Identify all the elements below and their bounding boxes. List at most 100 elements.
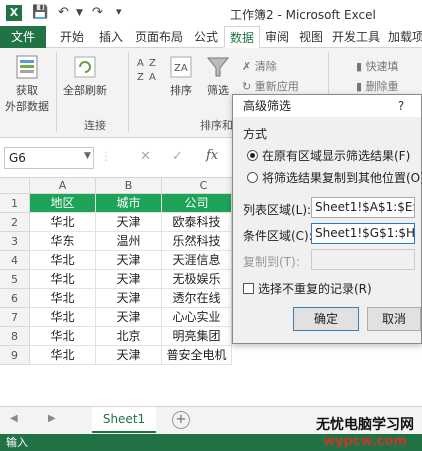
worksheet-grid[interactable]: A B C 1 2 3 4 5 6 7 8 9 地区 城市 公司 华北 天津 欧…	[0, 178, 246, 406]
radio-copy-to-location[interactable]: 将筛选结果复制到其他位置(O)	[247, 169, 422, 186]
radio-unselected-icon	[247, 172, 258, 183]
tab-view[interactable]: 视图	[294, 26, 328, 48]
criteria-range-input[interactable]: Sheet1!$G$1:$H$2	[311, 223, 415, 244]
row-header[interactable]: 9	[0, 346, 30, 365]
excel-logo-icon: X	[6, 5, 22, 21]
scroll-left-icon[interactable]: ◀	[10, 413, 18, 424]
group-separator	[56, 52, 57, 132]
svg-text:Z: Z	[137, 72, 144, 83]
undo-dropdown-icon[interactable]: ▼	[76, 8, 83, 18]
cell-c1[interactable]: 公司	[162, 194, 232, 213]
table-cell[interactable]: 天津	[96, 270, 162, 289]
sort-az-button[interactable]: A Z Z A	[132, 54, 166, 88]
table-cell[interactable]: 华北	[30, 270, 96, 289]
table-cell[interactable]: 温州	[96, 232, 162, 251]
table-cell[interactable]: 北京	[96, 327, 162, 346]
tab-review[interactable]: 审阅	[260, 26, 294, 48]
group-label-connections: 连接	[84, 119, 106, 132]
sheet-tab-bar: ◀ ▶ Sheet1 +	[0, 406, 422, 434]
svg-text:A: A	[149, 72, 156, 83]
unique-records-checkbox[interactable]: 选择不重复的记录(R)	[243, 280, 372, 297]
cell-b1[interactable]: 城市	[96, 194, 162, 213]
cancel-entry-icon[interactable]: ✕	[140, 149, 151, 164]
row-header[interactable]: 5	[0, 270, 30, 289]
flash-fill-button[interactable]: ▮ 快速填	[356, 58, 399, 74]
table-cell[interactable]: 天津	[96, 251, 162, 270]
table-cell[interactable]: 华北	[30, 308, 96, 327]
confirm-entry-icon[interactable]: ✓	[172, 149, 183, 164]
scroll-right-icon[interactable]: ▶	[48, 413, 56, 424]
name-box-dropdown-icon[interactable]: ▼	[84, 151, 91, 161]
table-cell[interactable]: 天津	[96, 346, 162, 365]
tab-page-layout[interactable]: 页面布局	[130, 26, 188, 48]
sheet-tab-sheet1[interactable]: Sheet1	[92, 407, 156, 433]
status-bar: 输入	[0, 434, 422, 451]
row-header[interactable]: 8	[0, 327, 30, 346]
reapply-button[interactable]: ↻ 重新应用	[242, 78, 299, 94]
cell-a1[interactable]: 地区	[30, 194, 96, 213]
row-header[interactable]: 4	[0, 251, 30, 270]
advanced-filter-dialog: 高级筛选 ? 方式 在原有区域显示筛选结果(F) 将筛选结果复制到其他位置(O)…	[232, 94, 422, 344]
table-cell[interactable]: 华北	[30, 213, 96, 232]
table-cell[interactable]: 华北	[30, 327, 96, 346]
tab-add-ins[interactable]: 加载项	[384, 26, 422, 48]
ok-button[interactable]: 确定	[293, 307, 359, 331]
tab-developer[interactable]: 开发工具	[328, 26, 384, 48]
table-cell[interactable]: 明亮集团	[162, 327, 232, 346]
clear-filter-button[interactable]: ✗ 清除	[242, 58, 277, 74]
table-cell[interactable]: 天津	[96, 213, 162, 232]
refresh-all-button[interactable]: 全部刷新	[58, 54, 112, 98]
row-header[interactable]: 2	[0, 213, 30, 232]
sort-button[interactable]: ZA 排序	[166, 54, 196, 98]
column-header-b[interactable]: B	[96, 178, 162, 194]
sort-az-icon: A Z Z A	[137, 58, 156, 83]
table-cell[interactable]: 无极娱乐	[162, 270, 232, 289]
flash-fill-icon: ▮	[356, 60, 366, 73]
save-icon[interactable]: 💾	[32, 5, 48, 20]
column-header-a[interactable]: A	[30, 178, 96, 194]
customize-qat-icon[interactable]: ▾	[116, 5, 122, 18]
table-cell[interactable]: 华北	[30, 289, 96, 308]
table-cell[interactable]: 华北	[30, 251, 96, 270]
tab-data[interactable]: 数据	[224, 26, 260, 48]
undo-icon[interactable]: ↶	[58, 5, 69, 20]
remove-duplicates-button[interactable]: ▮ 删除重	[356, 78, 399, 94]
row-header[interactable]: 6	[0, 289, 30, 308]
table-cell[interactable]: 普安全电机	[162, 346, 232, 365]
row-header[interactable]: 1	[0, 194, 30, 213]
filter-button[interactable]: 筛选	[202, 54, 234, 98]
list-range-input[interactable]: Sheet1!$A$1:$E$9	[311, 197, 415, 218]
tab-home[interactable]: 开始	[52, 26, 92, 48]
radio-filter-in-place[interactable]: 在原有区域显示筛选结果(F)	[247, 147, 410, 164]
radio-selected-icon	[247, 150, 258, 161]
copy-to-label: 复制到(T):	[243, 255, 300, 269]
insert-function-icon[interactable]: fx	[206, 148, 218, 163]
redo-icon[interactable]: ↷	[92, 5, 103, 20]
copy-to-input[interactable]	[311, 249, 415, 270]
table-cell[interactable]: 欧泰科技	[162, 213, 232, 232]
table-cell[interactable]: 天津	[96, 308, 162, 327]
cancel-button[interactable]: 取消	[367, 307, 421, 331]
help-icon[interactable]: ?	[393, 98, 409, 114]
tab-file[interactable]: 文件	[0, 26, 46, 48]
get-external-data-button[interactable]: 获取 外部数据	[2, 54, 52, 114]
ribbon-tabs: 文件 开始 插入 页面布局 公式 数据 审阅 视图 开发工具 加载项	[0, 26, 422, 48]
tab-formulas[interactable]: 公式	[188, 26, 224, 48]
table-cell[interactable]: 华东	[30, 232, 96, 251]
table-cell[interactable]: 天津	[96, 289, 162, 308]
table-cell[interactable]: 天涯信息	[162, 251, 232, 270]
table-cell[interactable]: 乐然科技	[162, 232, 232, 251]
row-header[interactable]: 3	[0, 232, 30, 251]
table-cell[interactable]: 心心实业	[162, 308, 232, 327]
table-cell[interactable]: 透尔在线	[162, 289, 232, 308]
svg-text:A: A	[137, 58, 144, 69]
tab-insert[interactable]: 插入	[92, 26, 130, 48]
add-sheet-icon[interactable]: +	[172, 411, 190, 429]
reapply-icon: ↻	[242, 80, 255, 93]
refresh-icon	[74, 56, 96, 78]
row-header[interactable]: 7	[0, 308, 30, 327]
name-box[interactable]: G6	[4, 147, 94, 169]
select-all-corner[interactable]	[0, 178, 30, 194]
group-separator	[128, 52, 129, 132]
table-cell[interactable]: 华北	[30, 346, 96, 365]
